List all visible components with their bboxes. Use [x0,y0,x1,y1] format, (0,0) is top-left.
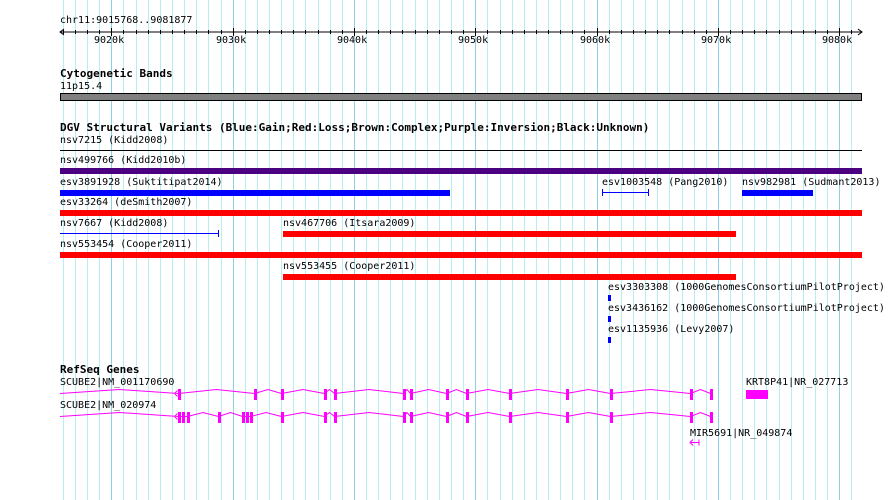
gene-exon[interactable] [182,411,185,423]
gene-box[interactable] [746,389,768,399]
gene-exon[interactable] [566,411,569,423]
gene-exon[interactable] [178,388,181,400]
gene-exon[interactable] [610,388,613,400]
gene-exon[interactable] [178,411,181,423]
gene-exon[interactable] [466,388,469,400]
gene-exon[interactable] [710,411,713,423]
gene-exon[interactable] [250,411,253,423]
mirna-arrow[interactable] [689,439,700,446]
gene-exon[interactable] [446,388,449,400]
gene-label: KRT8P41|NR_027713 [746,377,849,388]
gene-exon[interactable] [187,411,190,423]
gene-exon[interactable] [334,411,337,423]
gene-models[interactable] [0,0,890,500]
gene-exon[interactable] [218,411,221,423]
gene-exon[interactable] [509,411,512,423]
gene-exon[interactable] [566,388,569,400]
gene-exon[interactable] [410,388,413,400]
gene-exon[interactable] [466,411,469,423]
gene-exon[interactable] [324,388,327,400]
gene-exon[interactable] [281,411,284,423]
gene-exon[interactable] [254,388,257,400]
gene-exon[interactable] [334,388,337,400]
gene-label: SCUBE2|NM_020974 [60,400,157,411]
gene-exon[interactable] [610,411,613,423]
gene-exon[interactable] [403,411,406,423]
gene-exon[interactable] [690,411,693,423]
gene-label: MIR5691|NR_049874 [690,428,793,439]
gene-exon[interactable] [410,411,413,423]
gene-exon[interactable] [281,388,284,400]
gene-exon[interactable] [246,411,249,423]
gene-exon[interactable] [446,411,449,423]
gene-exon[interactable] [509,388,512,400]
gene-exon[interactable] [403,388,406,400]
gene-exon[interactable] [242,411,245,423]
gene-exon[interactable] [690,388,693,400]
genome-browser-panel: chr11:9015768..9081877 9020k 9030k 9040k 90… [0,0,890,500]
gene-label: SCUBE2|NM_001170690 [60,377,175,388]
gene-exon[interactable] [324,411,327,423]
gene-exon[interactable] [710,388,713,400]
